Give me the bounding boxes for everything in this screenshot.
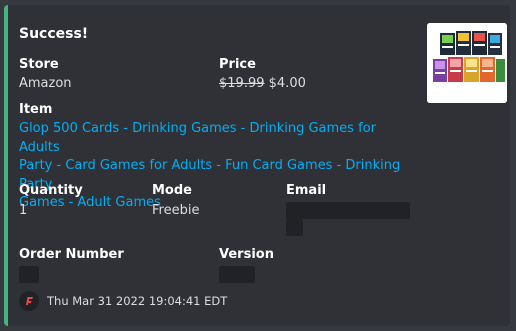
original-price: $19.99 [219,76,265,91]
embed-card: Success! Store Amazon Price $19.99 $4.00… [4,5,510,326]
embed-title: Success! [19,26,89,42]
mode-field-value: Freebie [152,203,200,218]
order-number-redacted-block [19,266,39,283]
quantity-field-label: Quantity [19,183,83,198]
embed-accent-bar [4,5,8,326]
price-field-label: Price [219,57,256,72]
item-field-label: Item [19,102,53,117]
mode-field-label: Mode [152,183,192,198]
email-redacted-block-2 [286,219,303,236]
product-box-icon [427,23,507,103]
store-field-label: Store [19,57,59,72]
quantity-field-value: 1 [19,203,28,218]
store-field-value: Amazon [19,76,72,91]
email-redacted-block [286,202,410,219]
email-field-label: Email [286,183,327,198]
product-thumbnail[interactable] [427,23,507,103]
version-redacted-block [219,266,255,283]
footer-timestamp: Thu Mar 31 2022 19:04:41 EDT [47,294,228,308]
bot-logo-icon [19,291,39,311]
price-field-value: $19.99 $4.00 [219,75,306,93]
order-number-field-label: Order Number [19,247,124,262]
embed-footer: Thu Mar 31 2022 19:04:41 EDT [19,291,227,311]
version-field-label: Version [219,247,274,262]
item-link-line-1[interactable]: Glop 500 Cards - Drinking Games - Drinki… [19,121,376,155]
current-price: $4.00 [268,76,306,91]
